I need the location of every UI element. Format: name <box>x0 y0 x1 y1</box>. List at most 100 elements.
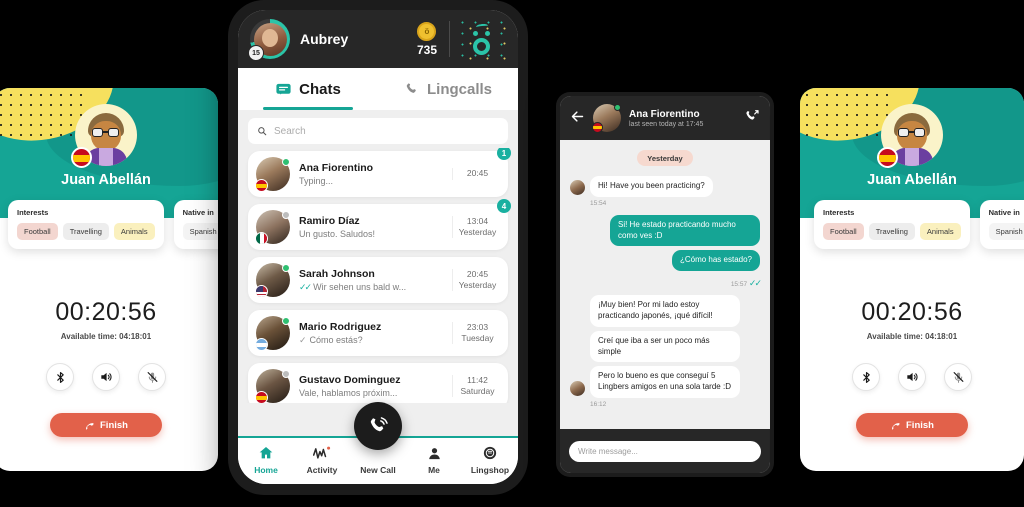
native-card: Native in Spanish <box>979 200 1024 249</box>
list-item[interactable]: Mario Rodriguez ✓ Cómo estás? 23:03 Tuesd… <box>248 310 508 356</box>
list-item[interactable]: Sarah Johnson ✓✓ Wir sehen uns bald w...… <box>248 257 508 303</box>
avatar-image <box>570 179 585 195</box>
native-title: Native in <box>182 208 214 217</box>
chat-timestamp: 11:42 Saturday <box>452 374 498 398</box>
back-button[interactable] <box>570 109 585 127</box>
chat-name: Mario Rodriguez <box>299 320 382 333</box>
interests-card: Interests Football Travelling Animals <box>8 200 164 249</box>
chat-timestamp: 13:04 Yesterday <box>452 215 498 239</box>
phone-icon <box>404 81 420 97</box>
microphone-muted-icon <box>953 371 963 383</box>
native-tag: Spanish <box>988 223 1024 240</box>
new-call-fab-button[interactable] <box>354 402 402 450</box>
profile-call-card-left: Juan Abellán Interests Football Travelli… <box>0 88 218 471</box>
bluetooth-icon <box>56 371 64 383</box>
chat-detail-header: Ana Fiorentino last seen today at 17:45 <box>560 96 770 140</box>
mute-button[interactable] <box>944 363 972 391</box>
nav-item-lingshop[interactable]: Lingshop <box>462 444 518 475</box>
chat-name: Ana Fiorentino <box>299 162 374 174</box>
last-seen-status: last seen today at 17:45 <box>629 120 704 128</box>
person-icon <box>406 444 462 462</box>
interests-card: Interests Football Travelling Animals <box>814 200 970 249</box>
mute-button[interactable] <box>138 363 166 391</box>
header-user-name: Aubrey <box>300 31 349 47</box>
chat-timestamp: 20:45 <box>452 168 498 180</box>
finish-button[interactable]: Finish <box>856 413 968 437</box>
speaker-button[interactable] <box>898 363 926 391</box>
spain-flag-icon <box>255 391 268 403</box>
nav-item-home[interactable]: Home <box>238 444 294 475</box>
message-bubble: Creí que iba a ser un poco más simple <box>590 330 740 363</box>
list-item[interactable]: Gustavo Dominguez Vale, hablamos próxim.… <box>248 363 508 403</box>
search-input[interactable]: Search <box>248 118 508 144</box>
nav-item-me-label: Me <box>428 465 440 475</box>
tab-lingcalls[interactable]: Lingcalls <box>378 68 518 110</box>
avatar <box>255 210 290 245</box>
unread-badge: 4 <box>497 199 511 213</box>
hang-up-icon <box>86 422 94 430</box>
chat-detail-device: Ana Fiorentino last seen today at 17:45 … <box>556 92 774 477</box>
message-bubble: Pero lo bueno es que conseguí 5 Lingbers… <box>590 366 740 398</box>
tab-lingcalls-label: Lingcalls <box>426 80 493 98</box>
finish-label: Finish <box>100 419 128 431</box>
message-bubble: Si! He estado practicando mucho como ves… <box>610 214 760 247</box>
online-indicator <box>614 104 621 111</box>
list-item[interactable]: Ana Fiorentino Typing... 20:45 1 <box>248 148 511 197</box>
chat-name: Ramiro Díaz <box>299 215 360 227</box>
call-controls <box>800 363 1024 391</box>
hero-dot-pattern <box>0 90 82 140</box>
message-bubble: ¡Muy bien! Por mi lado estoy practicando… <box>590 295 740 327</box>
avatar[interactable]: 15 <box>248 19 290 61</box>
coin-icon: ö <box>417 21 437 41</box>
message-input[interactable]: Write message... <box>569 440 761 462</box>
phone-device: 15 Aubrey ö 735 Chats Lingcalls Search A… <box>228 0 528 495</box>
coin-value: 735 <box>416 42 437 57</box>
message-timestamp: 15:57 ✓✓ <box>730 278 762 289</box>
nav-item-home-label: Home <box>254 465 278 475</box>
double-check-read-icon: ✓✓ <box>299 281 312 292</box>
message-compose-bar: Write message... <box>560 429 770 473</box>
speaker-icon <box>101 372 112 382</box>
call-controls <box>0 363 218 391</box>
screenshot-stage: Juan Abellán Interests Football Travelli… <box>0 0 1024 507</box>
avatar <box>877 104 943 168</box>
message-timestamp: 16:12 <box>590 400 607 408</box>
avatar <box>255 263 290 298</box>
call-timer: 00:20:56 <box>861 298 963 326</box>
available-time: Available time: 04:18:01 <box>60 332 152 341</box>
chat-preview: Vale, hablamos próxim... <box>299 388 398 398</box>
chat-preview: Wir sehen uns bald w... <box>313 282 407 292</box>
nav-item-me[interactable]: Me <box>406 444 462 475</box>
tab-bar: Chats Lingcalls <box>238 68 518 110</box>
avatar[interactable] <box>592 104 621 133</box>
tab-chats[interactable]: Chats <box>238 68 378 110</box>
message-group-incoming: ¡Muy bien! Por mi lado estoy practicando… <box>570 295 760 398</box>
spain-flag-icon <box>592 122 603 133</box>
call-timer: 00:20:56 <box>55 298 157 326</box>
interest-tag: Football <box>17 223 58 240</box>
interest-tag: Travelling <box>62 223 109 240</box>
chat-list[interactable]: Ana Fiorentino Typing... 20:45 1 Ramiro … <box>238 148 518 403</box>
nav-item-new-call-label: New Call <box>360 465 396 475</box>
bluetooth-button[interactable] <box>46 363 74 391</box>
shop-coin-icon <box>462 444 518 462</box>
profile-info-chips: Interests Football Travelling Animals Na… <box>800 200 1024 249</box>
message-group-incoming: Hi! Have you been practicing? <box>570 176 760 197</box>
bluetooth-button[interactable] <box>852 363 880 391</box>
chat-messages[interactable]: Yesterday Hi! Have you been practicing? … <box>560 140 770 436</box>
spain-flag-icon <box>71 147 92 168</box>
finish-button[interactable]: Finish <box>50 413 162 437</box>
nav-item-activity[interactable]: Activity <box>294 444 350 475</box>
call-button[interactable] <box>744 108 760 129</box>
speaker-button[interactable] <box>92 363 120 391</box>
argentina-flag-icon <box>255 338 268 351</box>
list-item[interactable]: Ramiro Díaz Un gusto. Saludos! 13:04 Yest… <box>248 199 511 250</box>
coin-balance[interactable]: ö 735 <box>416 21 449 57</box>
message-bubble: Hi! Have you been practicing? <box>590 176 713 197</box>
spain-flag-icon <box>877 147 898 168</box>
message-group-outgoing: Si! He estado practicando mucho como ves… <box>570 214 762 289</box>
level-badge: 15 <box>248 45 264 61</box>
chat-preview: Typing... <box>299 176 334 186</box>
home-icon <box>238 444 294 462</box>
double-check-read-icon: ✓✓ <box>748 278 762 289</box>
